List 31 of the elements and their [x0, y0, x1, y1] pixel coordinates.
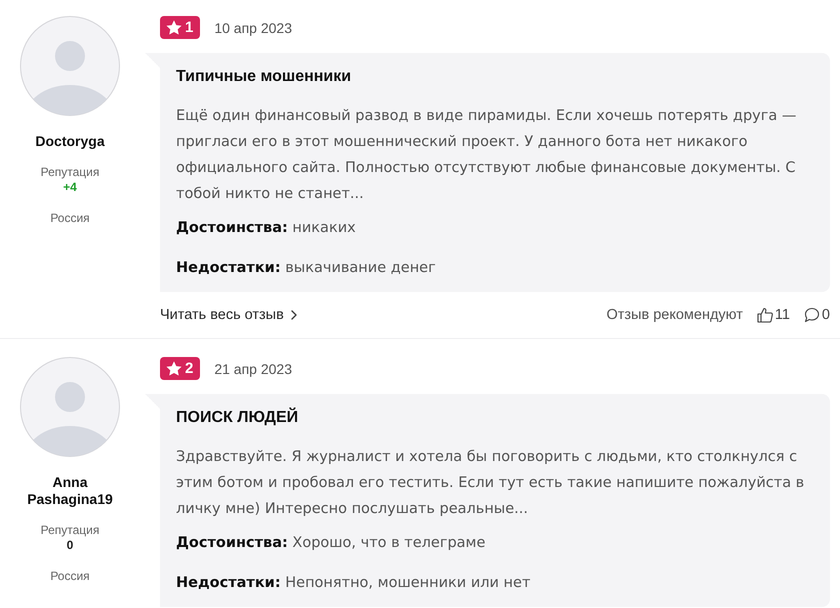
username-link[interactable]: Doctoryga — [35, 133, 105, 150]
review-date: 21 апр 2023 — [214, 360, 292, 378]
recommend-label: Отзыв рекомендуют — [606, 307, 743, 323]
user-avatar[interactable] — [20, 357, 120, 457]
like-button[interactable]: 11 — [756, 307, 790, 323]
review-title: Типичные мошенники — [176, 67, 352, 87]
user-avatar[interactable] — [20, 16, 120, 116]
comment-icon — [804, 307, 820, 323]
chevron-right-icon — [290, 310, 297, 320]
read-more-link[interactable]: Читать весь отзыв — [160, 307, 297, 323]
review-text: Здравствуйте. Я журналист и хотела бы поговорить с людьми, кто столкнулся с этим ботом и пробовал его тестить. Если тут есть такие напишите пожалуйста в личку мне) Интересно послушать реальные... — [176, 448, 806, 519]
review-date: 10 апр 2023 — [214, 18, 292, 36]
reputation-value: 0 — [66, 538, 74, 553]
review-text: Ещё один финансовый развод в виде пирамиды. Если хочешь потерять друга — пригласи его в этот мошеннический проект. У данного бота нет никакого официального сайта. Полностью отсутствуют любые финансовые документы. С тобой никто не станет... — [176, 107, 798, 204]
thumbs-up-icon — [756, 307, 773, 323]
cons-text: Недостатки: выкачивание денег — [176, 259, 437, 278]
pros-text: Достоинства: никаких — [176, 219, 357, 238]
star-icon — [166, 361, 182, 376]
reputation-value: +4 — [63, 180, 77, 195]
comment-button[interactable]: 0 — [804, 307, 830, 323]
cons-text: Недостатки: Непонятно, мошенники или нет — [176, 574, 532, 593]
reputation-label: Репутация — [40, 523, 100, 538]
reputation-label: Репутация — [40, 165, 100, 180]
rating-value: 1 — [185, 18, 194, 36]
star-icon — [166, 20, 182, 35]
rating-value: 2 — [185, 360, 194, 378]
pros-text: Достоинства: Хорошо, что в телеграме — [176, 534, 486, 553]
username-link[interactable]: Anna Pashagina19 — [15, 474, 125, 508]
country-label: Россия — [50, 211, 90, 226]
review-title: ПОИСК ЛЮДЕЙ — [176, 408, 300, 428]
country-label: Россия — [50, 569, 90, 584]
